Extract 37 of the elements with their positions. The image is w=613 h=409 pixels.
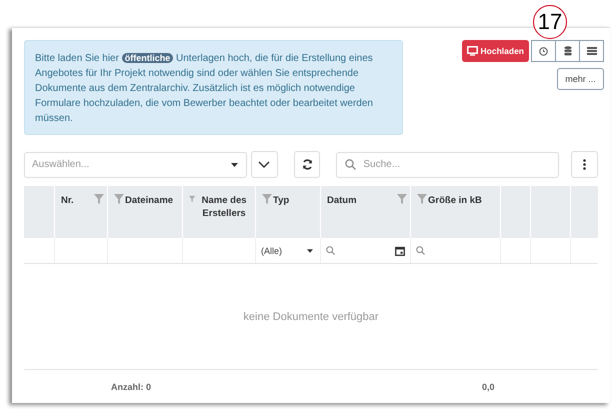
- search-icon: [326, 246, 335, 255]
- empty-message: keine Dokumente verfügbar: [243, 310, 379, 322]
- search-icon: [345, 159, 356, 170]
- select-field[interactable]: Auswählen...: [24, 152, 247, 178]
- type-filter-select[interactable]: (Alle): [256, 246, 320, 256]
- expand-button[interactable]: [250, 151, 278, 178]
- more-button[interactable]: mehr ...: [557, 68, 604, 90]
- column-header: Datum: [320, 186, 410, 238]
- caret-icon: [307, 248, 313, 252]
- column-header: Nr.: [54, 186, 107, 238]
- callout-marker: 17: [533, 5, 567, 39]
- list-view-button[interactable]: [579, 40, 604, 62]
- upload-button[interactable]: Hochladen: [462, 40, 529, 62]
- size-total: 0,0: [482, 382, 495, 392]
- chevron-down-icon: [258, 161, 270, 168]
- refresh-button[interactable]: [294, 151, 320, 178]
- column-header: Größe in kB: [410, 186, 500, 238]
- count-text: Anzahl: 0: [111, 382, 152, 392]
- column-header: Dateiname: [107, 186, 182, 238]
- search-icon: [416, 246, 425, 255]
- monitor-icon: [466, 46, 478, 56]
- refresh-icon: [302, 159, 312, 170]
- more-options-button[interactable]: [571, 151, 598, 178]
- info-text: Bitte laden Sie hier öffentliche Unterlagen hoch, die für die Erstellung eines Angebotes für Ihr Projekt notwendig sind oder wählen Sie entsprechende Dokumente aus dem Zentralarchiv. Zusätzlich ist es möglich notwendige Formulare hochzuladen, die vom Bewerber beachtet oder bearbeitet werden müssen.: [35, 52, 374, 126]
- filter-icon: [189, 194, 196, 204]
- column-header: Typ: [255, 186, 320, 238]
- search-field[interactable]: Suche...: [336, 152, 560, 178]
- database-button[interactable]: [555, 40, 580, 62]
- column-header: Name des Erstellers: [182, 186, 255, 238]
- kebab-icon: [583, 159, 586, 170]
- filter-icon: [262, 194, 272, 204]
- calendar-icon: [395, 246, 405, 256]
- clock-icon: [539, 46, 548, 56]
- list-icon: [586, 47, 596, 55]
- database-icon: [564, 46, 572, 56]
- caret-icon: [230, 162, 238, 166]
- history-button[interactable]: [531, 40, 556, 62]
